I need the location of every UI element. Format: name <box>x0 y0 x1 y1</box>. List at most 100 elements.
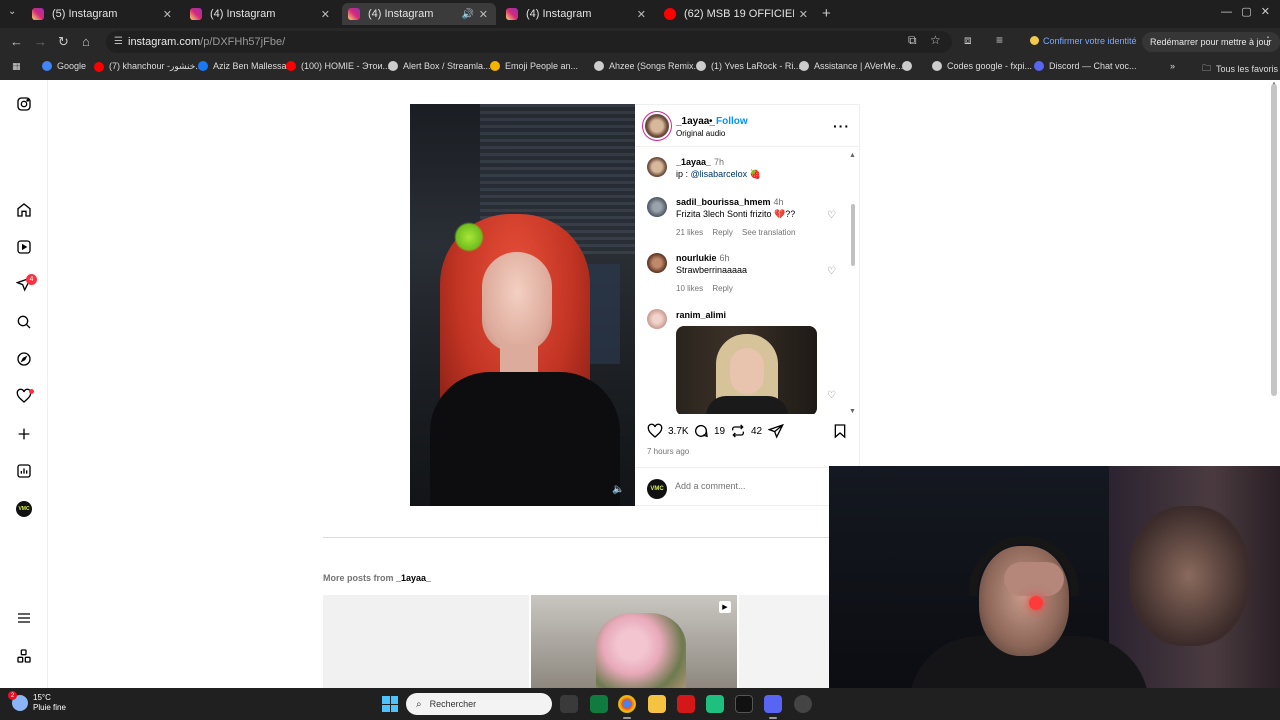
bookmark-discord[interactable]: Discord — Chat voc... <box>1034 61 1137 71</box>
comment-like-heart-icon[interactable]: ♡ <box>827 266 836 277</box>
back-arrow-icon[interactable]: ← <box>10 34 23 49</box>
bookmark-unnamed[interactable] <box>902 61 917 71</box>
see-translation[interactable]: See translation <box>742 228 795 237</box>
comments-list[interactable]: _1ayaa_ 7h ip : @lisabarcelox 🍓 sadil_bou… <box>635 148 859 414</box>
audio-label[interactable]: Original audio <box>676 129 725 138</box>
bookmark-avermedia[interactable]: Assistance | AVerMe... <box>799 61 903 71</box>
browser-tab-3-active[interactable]: (4) Instagram 🔊 ✕ <box>342 3 496 25</box>
comment-username[interactable]: nourlukie 6h <box>676 253 730 263</box>
share-button[interactable] <box>768 423 789 439</box>
window-controls[interactable]: — ▢ ✕ <box>1221 5 1270 18</box>
profile-avatar[interactable]: VMC <box>16 501 32 517</box>
browser-tab-5[interactable]: (62) MSB 19 OFFICIEL - YouTub ✕ <box>658 3 816 25</box>
comment-reply[interactable]: Reply <box>712 228 732 237</box>
comment-username[interactable]: sadil_bourissa_hmem 4h <box>676 197 784 207</box>
url-omnibox[interactable]: ☰ instagram.com/p/DXFHh57jFbe/ <box>106 31 952 53</box>
comment-gif[interactable] <box>676 326 817 414</box>
bookmark-yves[interactable]: (1) Yves LaRock - Ri... <box>696 61 801 71</box>
page-scrollbar-thumb[interactable] <box>1271 84 1277 396</box>
bookmark-aziz[interactable]: Aziz Ben Mallessa <box>198 61 287 71</box>
bookmark-emoji[interactable]: Emoji People an... <box>490 61 578 71</box>
relaunch-update-button[interactable]: Redémarrer pour mettre à jour <box>1142 32 1280 52</box>
bookmark-google[interactable]: Google <box>42 61 86 71</box>
xbox-app-icon[interactable] <box>590 695 608 713</box>
bookmark-codes-google[interactable]: Codes google - fxpi... <box>932 61 1032 71</box>
browser-menu-icon[interactable]: ⋮ <box>1262 34 1274 48</box>
app-red-icon[interactable] <box>677 695 695 713</box>
comment-like-heart-icon[interactable]: ♡ <box>827 390 836 401</box>
also-from-meta-icon[interactable] <box>16 648 32 664</box>
install-app-icon[interactable]: ⧉ <box>908 33 917 48</box>
comment-reply[interactable]: Reply <box>712 284 732 293</box>
extensions-icon[interactable]: ⧈ <box>964 33 972 48</box>
comment-likes[interactable]: 21 likes <box>676 228 703 237</box>
posted-time[interactable]: 7 hours ago <box>647 447 689 456</box>
browser-tab-1[interactable]: (5) Instagram ✕ <box>26 3 180 25</box>
more-post-thumbnail[interactable] <box>739 595 829 688</box>
author-avatar[interactable] <box>645 114 669 138</box>
tab-search-icon[interactable]: ⌄ <box>8 6 16 17</box>
app-green-icon[interactable] <box>706 695 724 713</box>
comment-username[interactable]: ranim_alimi <box>676 310 726 320</box>
more-post-thumbnail[interactable] <box>323 595 529 688</box>
forward-arrow-icon[interactable]: → <box>34 34 47 49</box>
close-tab-icon[interactable]: ✕ <box>479 8 488 21</box>
media-control-icon[interactable]: ≡ <box>996 33 1003 47</box>
task-view-icon[interactable] <box>560 695 578 713</box>
home-icon[interactable] <box>16 202 32 218</box>
comments-scroll-up-icon[interactable]: ▲ <box>849 152 856 159</box>
create-plus-icon[interactable] <box>16 426 32 442</box>
app-gear-icon[interactable] <box>794 695 812 713</box>
close-tab-icon[interactable]: ✕ <box>321 8 330 21</box>
close-tab-icon[interactable]: ✕ <box>637 8 646 21</box>
chrome-app-icon[interactable] <box>618 695 636 713</box>
discord-app-icon[interactable] <box>764 695 782 713</box>
windows-start-icon[interactable] <box>382 696 398 712</box>
bookmarks-overflow-icon[interactable]: » <box>1170 61 1175 71</box>
comment-avatar[interactable] <box>647 197 667 217</box>
volume-icon[interactable]: 🔈 <box>612 484 624 495</box>
comment-likes[interactable]: 10 likes <box>676 284 703 293</box>
close-tab-icon[interactable]: ✕ <box>163 8 172 21</box>
comments-scroll-down-icon[interactable]: ▼ <box>849 408 856 414</box>
comment-avatar[interactable] <box>647 253 667 273</box>
speaker-icon[interactable]: 🔊 <box>462 9 474 20</box>
close-tab-icon[interactable]: ✕ <box>799 8 808 21</box>
bookmark-homie[interactable]: (100) HOMIE - Этои... <box>286 61 390 71</box>
comment-button[interactable]: 19 <box>693 423 725 439</box>
app-black-icon[interactable] <box>735 695 753 713</box>
like-button[interactable]: 3.7K <box>647 423 689 439</box>
comments-scrollbar-thumb[interactable] <box>851 204 855 266</box>
follow-button[interactable]: Follow <box>716 116 748 127</box>
caption-avatar[interactable] <box>647 157 667 177</box>
more-posts-author[interactable]: _1ayaa_ <box>396 573 431 583</box>
taskbar-search[interactable]: ⌕ Rechercher <box>406 693 552 715</box>
caption-mention[interactable]: @lisabarcelox <box>691 169 748 179</box>
site-info-icon[interactable]: ☰ <box>114 36 123 47</box>
explore-compass-icon[interactable] <box>16 351 32 367</box>
post-video[interactable]: 🔈 <box>410 104 635 506</box>
weather-widget[interactable]: 2 15°C Pluie fine <box>8 691 66 713</box>
more-post-thumbnail[interactable]: ▶ <box>531 595 737 688</box>
all-bookmarks-folder[interactable]: 🗀 Tous les favoris <box>1202 61 1278 77</box>
identity-prompt[interactable]: Confirmer votre identité <box>1030 36 1137 46</box>
apps-grid-icon[interactable]: ▦ <box>12 61 21 72</box>
browser-tab-2[interactable]: (4) Instagram ✕ <box>184 3 338 25</box>
new-tab-icon[interactable]: + <box>822 5 831 22</box>
more-options-icon[interactable]: ··· <box>833 118 850 134</box>
browser-tab-4[interactable]: (4) Instagram ✕ <box>500 3 654 25</box>
add-comment-input[interactable] <box>675 481 825 491</box>
menu-hamburger-icon[interactable] <box>16 610 32 626</box>
bookmark-ahzee[interactable]: Ahzee (Songs Remix... <box>594 61 701 71</box>
reels-icon[interactable] <box>16 239 32 255</box>
save-button[interactable] <box>832 423 853 439</box>
dashboard-chart-icon[interactable] <box>16 463 32 479</box>
search-icon[interactable] <box>16 314 32 330</box>
comment-avatar[interactable] <box>647 309 667 329</box>
reload-icon[interactable]: ↻ <box>58 34 69 50</box>
bookmark-star-icon[interactable]: ☆ <box>930 33 941 47</box>
bookmark-alertbox[interactable]: Alert Box / Streamla... <box>388 61 491 71</box>
file-explorer-icon[interactable] <box>648 695 666 713</box>
home-icon[interactable]: ⌂ <box>82 34 90 49</box>
comment-like-heart-icon[interactable]: ♡ <box>827 210 836 221</box>
